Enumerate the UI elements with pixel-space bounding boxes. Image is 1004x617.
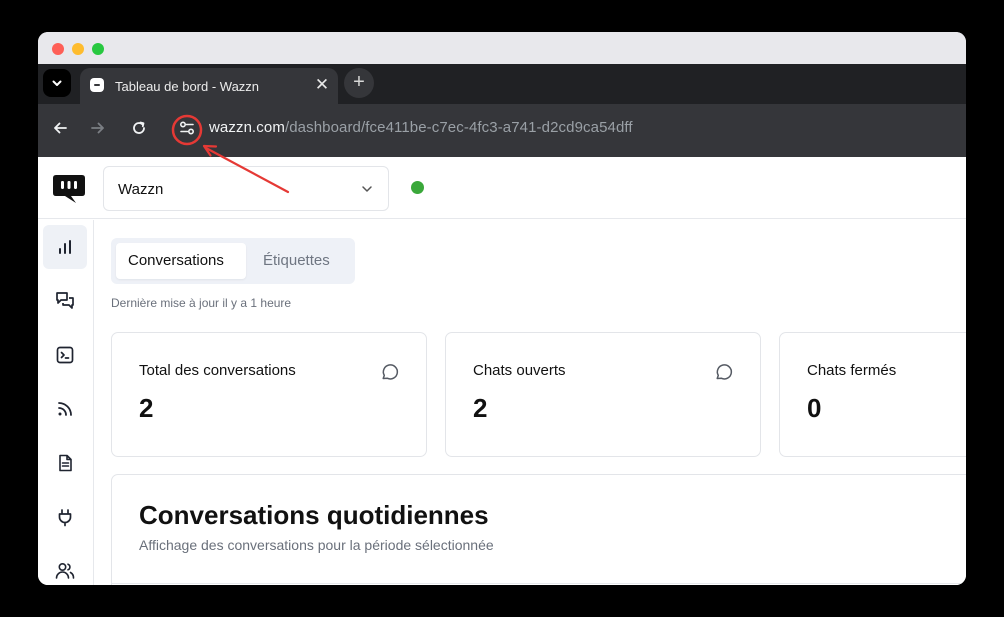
sidebar — [38, 220, 94, 585]
dashboard-tabs: Conversations Étiquettes — [111, 238, 355, 284]
daily-conversations-panel: Conversations quotidiennes Affichage des… — [111, 474, 966, 585]
address-bar[interactable]: wazzn.com/dashboard/fce411be-c7ec-4fc3-a… — [209, 119, 633, 136]
reload-button[interactable] — [127, 116, 151, 140]
new-tab-button[interactable]: + — [344, 68, 374, 98]
online-status-indicator — [411, 181, 424, 194]
wazzn-logo-icon[interactable] — [52, 173, 86, 205]
chevron-down-icon — [52, 80, 62, 86]
arrow-left-icon — [54, 122, 67, 134]
tab-etiquettes[interactable]: Étiquettes — [251, 243, 342, 279]
rss-icon — [58, 402, 72, 416]
plug-icon — [58, 509, 72, 527]
terminal-icon — [56, 346, 74, 364]
forward-button[interactable] — [86, 116, 110, 140]
favicon-icon — [90, 78, 104, 92]
divider — [112, 583, 966, 584]
page-content: Wazzn Conversations Étiquettes Dernière … — [38, 157, 966, 585]
stat-card-closed: Chats fermés 0 — [779, 332, 966, 457]
sidebar-item-users[interactable] — [43, 549, 87, 585]
sidebar-item-dashboard[interactable] — [43, 225, 87, 269]
document-icon — [59, 454, 72, 472]
browser-tab[interactable]: Tableau de bord - Wazzn ✕ — [80, 68, 338, 104]
sidebar-item-channels[interactable] — [43, 387, 87, 431]
minimize-window-button[interactable] — [72, 43, 84, 55]
chat-bubble-icon — [716, 364, 733, 380]
sidebar-item-integrations[interactable] — [43, 495, 87, 539]
tab-close-button[interactable]: ✕ — [312, 75, 332, 95]
tune-icon — [179, 121, 195, 135]
section-title: Conversations quotidiennes — [139, 500, 489, 530]
last-updated-text: Dernière mise à jour il y a 1 heure — [111, 296, 292, 310]
url-host: wazzn.com — [209, 119, 285, 136]
stat-card-value: 0 — [807, 393, 822, 423]
browser-toolbar: wazzn.com/dashboard/fce411be-c7ec-4fc3-a… — [38, 104, 966, 157]
users-icon — [55, 562, 75, 579]
app-header: Wazzn — [38, 157, 966, 219]
reload-icon — [133, 121, 145, 134]
stat-card-total: Total des conversations 2 — [111, 332, 427, 457]
conversations-icon — [56, 292, 74, 309]
site-info-button[interactable] — [175, 116, 199, 140]
sidebar-item-documents[interactable] — [43, 441, 87, 485]
title-bar — [38, 32, 966, 64]
browser-window: Tableau de bord - Wazzn ✕ + wazzn.com/da… — [38, 32, 966, 585]
close-window-button[interactable] — [52, 43, 64, 55]
tab-search-button[interactable] — [43, 69, 71, 97]
stat-card-value: 2 — [139, 393, 154, 423]
url-path: /dashboard/fce411be-c7ec-4fc3-a741-d2cd9… — [284, 119, 633, 136]
tab-strip: Tableau de bord - Wazzn ✕ + — [38, 64, 966, 104]
stat-card-title: Total des conversations — [139, 362, 296, 379]
sidebar-item-conversations[interactable] — [43, 279, 87, 323]
stat-card-value: 2 — [473, 393, 488, 423]
tab-conversations[interactable]: Conversations — [116, 243, 246, 279]
arrow-right-icon — [91, 122, 104, 134]
stat-card-title: Chats ouverts — [473, 362, 566, 379]
section-subtitle: Affichage des conversations pour la péri… — [139, 537, 494, 553]
maximize-window-button[interactable] — [92, 43, 104, 55]
back-button[interactable] — [48, 116, 72, 140]
dashboard-main: Conversations Étiquettes Dernière mise à… — [94, 220, 966, 585]
workspace-select[interactable]: Wazzn — [103, 166, 389, 211]
sidebar-item-terminal[interactable] — [43, 333, 87, 377]
stat-card-title: Chats fermés — [807, 362, 897, 379]
workspace-name: Wazzn — [118, 181, 164, 198]
tab-title: Tableau de bord - Wazzn — [115, 79, 260, 94]
chevron-down-icon — [362, 186, 372, 192]
chat-bubble-icon — [382, 364, 399, 380]
stat-card-open: Chats ouverts 2 — [445, 332, 761, 457]
bar-chart-icon — [59, 240, 71, 254]
